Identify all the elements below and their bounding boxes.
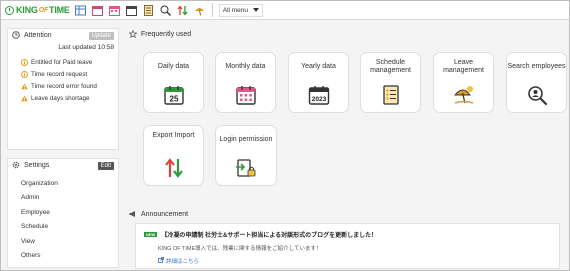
transfer-icon[interactable] [177,4,189,16]
announcement-details-link[interactable]: 詳細はこちら [158,257,551,265]
attention-item-label: Time record error found [31,82,97,90]
card-leave-management[interactable]: Leave management [433,52,494,113]
attention-item[interactable]: Leave days shortage [20,92,118,104]
card-label: Leave management [443,59,484,74]
card-daily-data[interactable]: Daily data 25 [143,52,204,113]
daily-calendar-icon: 25 [163,84,185,106]
all-menu-select[interactable]: All menu [218,3,263,17]
announcement-headline-row[interactable]: NEW 【冷凝の申請制 社労士&サポート担当による対談形式のブログを更新しました… [144,230,551,239]
schedule-list-icon [380,84,402,106]
attention-item[interactable]: Time record error found [20,80,118,92]
yearly-year-text: 2023 [311,96,326,103]
left-column: Attention Update Last updated 10:58 Enti… [7,28,119,268]
clock-icon [12,30,20,41]
new-badge: NEW [144,232,158,237]
attention-item[interactable]: Entitled for Paid leave [20,56,118,68]
logo-text-of: OF [38,6,49,14]
settings-item-admin[interactable]: Admin [21,191,118,206]
main-area: Frequently used Daily data 25 Monthly da… [129,28,569,270]
attention-item-label: Entitled for Paid leave [31,58,93,66]
announcement-headline: 【冷凝の申請制 社労士&サポート担当による対談形式のブログを更新しました！ [161,233,378,239]
attention-header: Attention Update [8,29,118,42]
all-menu-select-label: All menu [222,6,249,14]
card-monthly-data[interactable]: Monthly data [215,52,276,113]
announcement-title: Announcement [141,210,189,218]
card-label: Monthly data [225,63,266,70]
card-label: Search employees [507,63,566,70]
warning-icon [20,82,28,90]
card-login-permission[interactable]: Login permission [215,125,277,186]
schedule-icon[interactable] [143,4,155,16]
settings-item-view[interactable]: View [21,234,118,249]
search-person-icon [526,84,548,106]
yearly-calendar-icon: 2023 [308,84,330,106]
header-divider [211,3,213,17]
attention-item-label: Leave days shortage [31,94,90,102]
card-export-import[interactable]: Export Import [143,125,204,186]
settings-item-organization[interactable]: Organization [21,176,118,191]
card-yearly-data[interactable]: Yearly data 2023 [288,52,349,113]
settings-list: Organization Admin Employee Schedule Vie… [8,176,118,263]
export-import-arrows-icon [163,157,185,179]
attention-item[interactable]: Time record request [20,68,118,80]
external-link-icon [158,257,164,265]
card-label: Export Import [152,132,195,139]
card-label: Daily data [157,63,190,70]
vacation-icon[interactable] [194,4,206,16]
logo-text-king: KING [16,5,38,15]
card-label: Yearly data [301,63,336,70]
frequently-used-title: Frequently used [141,30,192,38]
announcement-body: KING OF TIME導入では、残業に関する情報をご紹介しています！ [158,246,322,252]
star-icon [129,30,137,38]
top-header: KING OF TIME All menu [1,1,569,20]
settings-item-schedule[interactable]: Schedule [21,220,118,235]
beach-umbrella-icon [453,84,475,106]
attention-list: Entitled for Paid leave Time record requ… [8,56,118,104]
monthly-calendar-icon [235,84,257,106]
attention-title: Attention [24,32,52,39]
card-schedule-management[interactable]: Schedule management [360,52,421,113]
settings-panel: Settings Edit Organization Admin Employe… [7,158,119,268]
info-circle-icon [20,58,28,66]
logo-text-time: TIME [49,5,70,15]
announcement-header: Announcement [129,208,569,220]
edit-button[interactable]: Edit [97,161,114,170]
chevron-down-icon [252,7,259,14]
settings-item-employee[interactable]: Employee [21,205,118,220]
info-circle-icon [20,70,28,78]
announcement-section: Announcement NEW 【冷凝の申請制 社労士&サポート担当による対談… [129,208,569,269]
login-lock-icon [235,157,257,179]
attention-panel: Attention Update Last updated 10:58 Enti… [7,28,119,150]
search-person-icon[interactable] [160,4,172,16]
card-label: Schedule management [370,59,411,74]
update-button[interactable]: Update [88,31,114,40]
settings-item-others[interactable]: Others [21,249,118,264]
last-updated-text: Last updated 10:58 [58,44,114,51]
app-window: KING OF TIME All menu Attention Update L… [0,0,570,271]
frequently-used-header: Frequently used [129,28,569,40]
card-search-employees[interactable]: Search employees [506,52,567,113]
calendar-grid-icon[interactable] [109,4,121,16]
details-link-text: 詳細はこちら [166,259,200,265]
settings-header: Settings Edit [8,159,118,172]
settings-title: Settings [24,162,50,169]
calendar-date-icon[interactable] [126,4,138,16]
calendar-icon[interactable] [92,4,104,16]
table-icon[interactable] [75,4,87,16]
announcement-box: NEW 【冷凝の申請制 社労士&サポート担当による対談形式のブログを更新しました… [135,223,560,269]
gear-icon [12,161,20,171]
card-label: Login permission [219,136,273,143]
logo[interactable]: KING OF TIME [5,1,70,20]
daily-date-text: 25 [169,95,178,104]
attention-item-label: Time record request [31,70,88,78]
megaphone-icon [129,210,137,218]
clock-logo-icon [5,5,14,15]
warning-icon [20,94,28,102]
